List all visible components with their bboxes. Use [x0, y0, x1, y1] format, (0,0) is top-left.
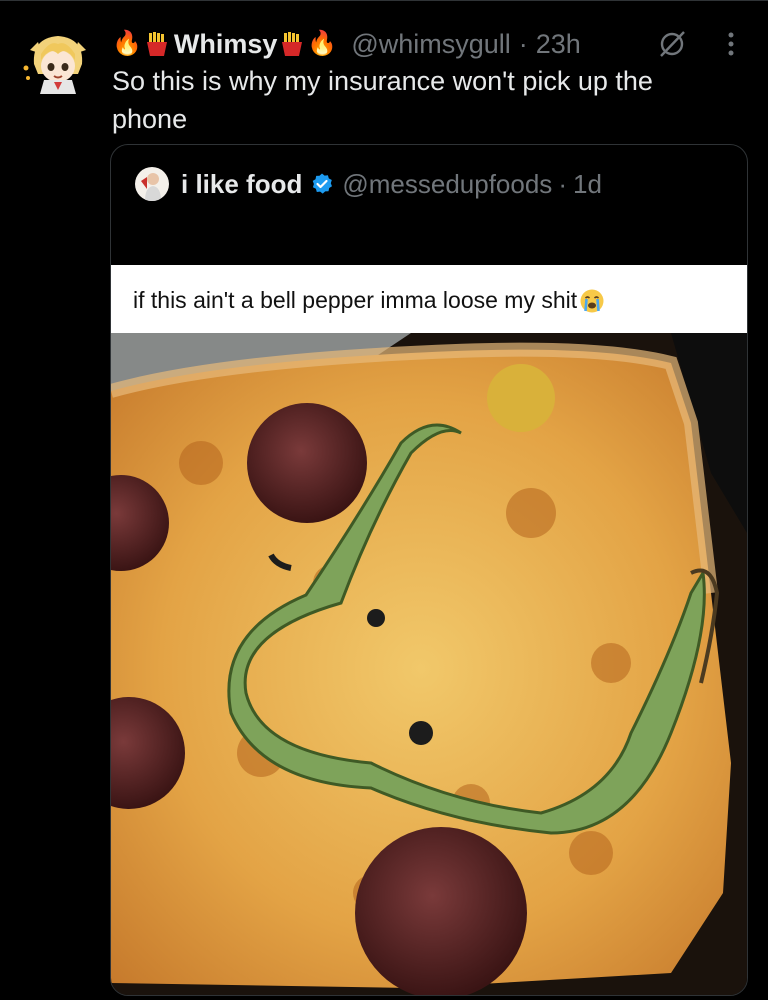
avatar-illustration	[20, 24, 96, 100]
verified-badge-icon	[313, 173, 333, 194]
post-timestamp[interactable]: 23h	[536, 29, 581, 60]
quoted-post-header: i like food @messedupfoods · 1d	[135, 165, 602, 203]
quoted-post-card[interactable]: i like food @messedupfoods · 1d if this …	[110, 144, 748, 996]
user-avatar[interactable]	[20, 24, 96, 100]
user-handle[interactable]: @whimsygull	[351, 29, 510, 60]
fries-icon	[282, 32, 303, 56]
top-divider	[0, 0, 768, 1]
display-name[interactable]: Whimsy	[174, 29, 278, 60]
quoted-post-timestamp[interactable]: 1d	[573, 169, 602, 200]
fries-icon	[146, 32, 167, 56]
post-header: 🔥 Whimsy 🔥 @whimsygull · 23h	[112, 24, 581, 64]
quoted-separator-dot: ·	[558, 168, 567, 199]
sob-face-icon	[580, 289, 604, 312]
post-text: So this is why my insurance won't pick u…	[112, 66, 653, 134]
fire-emoji-left: 🔥	[112, 30, 142, 57]
quoted-display-name[interactable]: i like food	[181, 169, 302, 200]
quoted-user-handle[interactable]: @messedupfoods	[342, 169, 552, 200]
meme-caption-text: if this ain't a bell pepper imma loose m…	[133, 287, 578, 313]
meme-caption-bar: if this ain't a bell pepper imma loose m…	[111, 265, 747, 333]
more-vertical-icon[interactable]	[716, 28, 746, 60]
quoted-user-avatar[interactable]	[135, 167, 169, 201]
meme-caption: if this ain't a bell pepper imma loose m…	[133, 287, 605, 314]
separator-dot: ·	[518, 28, 528, 59]
meme-photo[interactable]	[111, 333, 747, 995]
grok-icon[interactable]	[656, 28, 688, 60]
quoted-avatar-illustration	[135, 167, 169, 201]
fire-emoji-right: 🔥	[307, 30, 338, 57]
